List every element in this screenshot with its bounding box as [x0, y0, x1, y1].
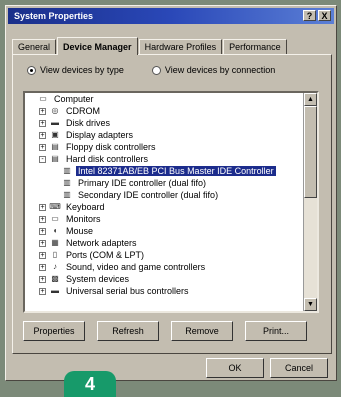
ok-button[interactable]: OK	[206, 358, 264, 378]
hard-disk-controller-icon: ▤	[51, 154, 59, 163]
device-tree-item-label: Display adapters	[66, 130, 134, 140]
tab-device-manager[interactable]: Device Manager	[57, 37, 138, 55]
system-properties-dialog: System Properties ? X General Device Man…	[5, 5, 337, 381]
properties-button[interactable]: Properties	[23, 321, 85, 341]
expand-icon[interactable]: +	[39, 263, 46, 271]
device-tree-item[interactable]: + ▯ Ports (COM & LPT)	[25, 249, 303, 261]
usb-icon: ▬	[51, 286, 59, 295]
radio-unselected-icon[interactable]	[151, 65, 161, 75]
tab-general[interactable]: General	[12, 39, 57, 54]
expand-icon[interactable]: +	[39, 251, 46, 259]
device-tree-item[interactable]: + ▣ Display adapters	[25, 129, 303, 141]
device-manager-panel: View devices by type View devices by con…	[12, 54, 332, 354]
tab-strip: General Device Manager Hardware Profiles…	[12, 36, 288, 55]
print-button[interactable]: Print...	[245, 321, 307, 341]
disk-drive-icon: ▬	[51, 118, 59, 127]
expand-icon[interactable]: +	[39, 215, 46, 223]
radio-selected-icon[interactable]	[27, 65, 36, 75]
expand-icon[interactable]: +	[39, 239, 46, 247]
device-tree-list: ▭ Computer + ◎ CDROM + ▬ Disk drives + ▣ Display a…	[25, 93, 303, 311]
network-adapter-icon: ▦	[51, 238, 59, 247]
device-tree-item[interactable]: + ▭ Monitors	[25, 213, 303, 225]
step-number-badge: 4	[64, 371, 116, 397]
sound-icon: ♪	[53, 262, 57, 271]
device-tree-item[interactable]: + ▤ Floppy disk controllers	[25, 141, 303, 153]
expand-icon[interactable]: +	[39, 119, 46, 127]
device-tree-item[interactable]: + ♪ Sound, video and game controllers	[25, 261, 303, 273]
scroll-up-arrow-icon[interactable]: ▲	[304, 93, 317, 106]
device-tree-item[interactable]: + ▬ Disk drives	[25, 117, 303, 129]
device-tree-item-label: Ports (COM & LPT)	[66, 250, 145, 260]
computer-icon: ▭	[39, 94, 47, 103]
device-tree-item-label: System devices	[66, 274, 130, 284]
view-by-connection-option[interactable]: View devices by connection	[151, 65, 276, 75]
system-devices-icon: ▩	[51, 274, 59, 283]
cancel-button[interactable]: Cancel	[270, 358, 328, 378]
expand-icon[interactable]: +	[39, 275, 46, 283]
remove-button[interactable]: Remove	[171, 321, 233, 341]
vertical-scrollbar[interactable]: ▲ ▼	[303, 93, 317, 311]
refresh-button[interactable]: Refresh	[97, 321, 159, 341]
expand-icon[interactable]: +	[39, 143, 46, 151]
device-tree-item-label: Network adapters	[66, 238, 137, 248]
tab-hardware-profiles[interactable]: Hardware Profiles	[138, 39, 223, 54]
device-tree-item[interactable]: + ▦ Network adapters	[25, 237, 303, 249]
device-tree-item-label: Intel 82371AB/EB PCI Bus Master IDE Cont…	[76, 166, 276, 176]
device-tree-item-label: Monitors	[66, 214, 101, 224]
device-tree-item-label: Keyboard	[66, 202, 105, 212]
device-tree-item[interactable]: + ▩ System devices	[25, 273, 303, 285]
device-tree[interactable]: ▭ Computer + ◎ CDROM + ▬ Disk drives + ▣ Display a…	[23, 91, 319, 313]
expand-icon[interactable]: +	[39, 227, 46, 235]
device-tree-item[interactable]: + ⌨ Keyboard	[25, 201, 303, 213]
ide-controller-icon: ▥	[63, 178, 71, 187]
view-by-type-option[interactable]: View devices by type	[27, 65, 124, 75]
device-tree-item[interactable]: ▥ Intel 82371AB/EB PCI Bus Master IDE Con…	[25, 165, 303, 177]
ide-controller-icon: ▥	[63, 190, 71, 199]
device-tree-item-label: Floppy disk controllers	[66, 142, 156, 152]
scroll-down-arrow-icon[interactable]: ▼	[304, 298, 317, 311]
scrollbar-thumb[interactable]	[304, 106, 317, 198]
expand-icon[interactable]: +	[39, 287, 46, 295]
ide-controller-icon: ▥	[63, 166, 71, 175]
close-button[interactable]: X	[318, 10, 331, 21]
device-tree-item-label: Sound, video and game controllers	[66, 262, 206, 272]
expand-icon[interactable]: +	[39, 203, 46, 211]
device-tree-item-label: Disk drives	[66, 118, 111, 128]
device-tree-item-label: Hard disk controllers	[66, 154, 149, 164]
device-tree-item-label: Secondary IDE controller (dual fifo)	[78, 190, 219, 200]
view-by-connection-label: View devices by connection	[164, 65, 276, 75]
expand-icon[interactable]: +	[39, 131, 46, 139]
device-tree-item-label: Mouse	[66, 226, 94, 236]
device-tree-item[interactable]: + ▬ Universal serial bus controllers	[25, 285, 303, 297]
expand-icon[interactable]: +	[39, 107, 46, 115]
view-by-type-label: View devices by type	[40, 65, 124, 75]
help-button[interactable]: ?	[303, 10, 316, 21]
device-tree-item[interactable]: + ◎ CDROM	[25, 105, 303, 117]
device-tree-item[interactable]: + ◖ Mouse	[25, 225, 303, 237]
device-tree-item-label: Computer	[54, 94, 94, 104]
device-tree-item[interactable]: - ▤ Hard disk controllers	[25, 153, 303, 165]
device-tree-item-label: CDROM	[66, 106, 100, 116]
keyboard-icon: ⌨	[49, 202, 61, 211]
device-tree-item[interactable]: ▭ Computer	[25, 93, 303, 105]
device-tree-item[interactable]: ▥ Secondary IDE controller (dual fifo)	[25, 189, 303, 201]
display-adapter-icon: ▣	[51, 130, 59, 139]
monitor-icon: ▭	[51, 214, 59, 223]
tab-performance[interactable]: Performance	[223, 39, 287, 54]
mouse-icon: ◖	[52, 226, 58, 235]
window-title: System Properties	[14, 11, 94, 21]
device-tree-item-label: Primary IDE controller (dual fifo)	[78, 178, 207, 188]
device-tree-item[interactable]: ▥ Primary IDE controller (dual fifo)	[25, 177, 303, 189]
collapse-icon[interactable]: -	[39, 155, 46, 163]
title-bar[interactable]: System Properties ? X	[8, 8, 334, 24]
cdrom-icon: ◎	[51, 106, 59, 115]
floppy-controller-icon: ▤	[51, 142, 59, 151]
device-tree-item-label: Universal serial bus controllers	[66, 286, 189, 296]
port-icon: ▯	[52, 250, 58, 259]
